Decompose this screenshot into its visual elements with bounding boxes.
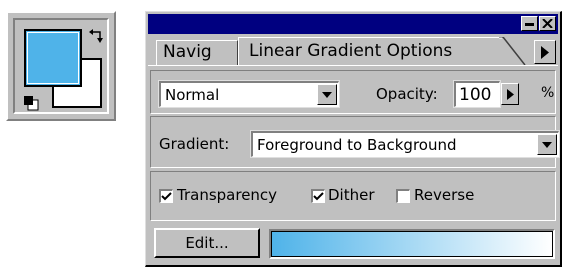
right-arrow-icon (507, 89, 514, 100)
gradient-row: Gradient: Foreground to Background (150, 116, 560, 168)
gradient-preview-bar[interactable] (269, 229, 555, 259)
opacity-slider-button[interactable] (501, 83, 519, 105)
gradient-label: Gradient: (159, 135, 230, 153)
minimize-button[interactable] (521, 16, 538, 31)
close-button[interactable] (539, 16, 556, 31)
percent-label: % (541, 85, 555, 101)
gradient-select[interactable]: Foreground to Background (250, 130, 560, 158)
chevron-down-icon (322, 92, 332, 98)
color-swatch-panel (6, 11, 116, 121)
palette-tabs: Navig Linear Gradient Options (148, 36, 558, 66)
edit-gradient-button[interactable]: Edit... (154, 228, 260, 258)
checkmark-icon (161, 192, 172, 201)
foreground-color-swatch[interactable] (24, 29, 82, 87)
transparency-checkbox[interactable] (159, 189, 173, 203)
blend-mode-row: Normal Opacity: 100 % (150, 70, 556, 114)
gradient-edit-row: Edit... (150, 224, 556, 264)
tab-linear-gradient-options[interactable]: Linear Gradient Options (238, 37, 503, 66)
dither-label[interactable]: Dither (328, 186, 375, 204)
tab-edge-decoration (499, 37, 526, 66)
opacity-input[interactable]: 100 (453, 80, 501, 108)
dither-checkbox[interactable] (311, 189, 325, 203)
opacity-value: 100 (459, 85, 492, 105)
tab-divider (148, 65, 558, 66)
palette-title-bar[interactable] (148, 14, 558, 34)
gradient-value: Foreground to Background (257, 136, 457, 154)
blend-mode-dropdown-button[interactable] (317, 84, 337, 105)
gradient-options-row: Transparency Dither Reverse (150, 171, 556, 221)
linear-gradient-options-palette: Navig Linear Gradient Options Normal Opa… (145, 11, 562, 267)
reverse-checkbox[interactable] (396, 189, 410, 203)
blend-mode-select[interactable]: Normal (158, 80, 340, 108)
tab-scroll-button[interactable] (534, 40, 556, 64)
chevron-down-icon (542, 142, 552, 148)
default-colors-icon[interactable] (23, 95, 39, 111)
blend-mode-value: Normal (165, 86, 220, 104)
close-icon (542, 19, 553, 28)
reverse-label[interactable]: Reverse (414, 186, 474, 204)
transparency-label[interactable]: Transparency (177, 186, 277, 204)
swap-arrows-icon[interactable] (88, 28, 104, 44)
gradient-dropdown-button[interactable] (537, 134, 557, 155)
right-arrow-icon (541, 46, 549, 59)
swatch-well (13, 18, 109, 114)
gradient-preview-fill (271, 231, 553, 257)
tab-navigator[interactable]: Navig (156, 40, 238, 65)
opacity-label: Opacity: (376, 85, 438, 103)
checkmark-icon (313, 192, 324, 201)
